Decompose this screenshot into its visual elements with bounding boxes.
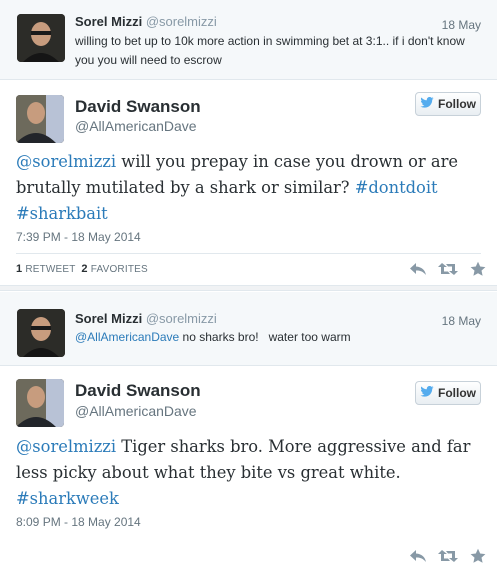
follow-label: Follow	[438, 386, 476, 400]
author-name[interactable]: David Swanson	[75, 97, 201, 117]
follow-button[interactable]: Follow	[415, 381, 481, 405]
tweet-david-1: David Swanson @AllAmericanDave Follow @s…	[0, 81, 497, 285]
tweet-body: Tiger sharks bro. More aggressive and fa…	[116, 437, 471, 456]
tweet-sorel-2: Sorel Mizzi @sorelmizzi 18 May @AllAmeri…	[0, 292, 497, 366]
favorite-icon[interactable]	[468, 261, 488, 277]
tweet-body: brutally mutilated by a shark or similar…	[16, 178, 355, 197]
author-name-text: Sorel Mizzi	[75, 311, 143, 326]
avatar[interactable]	[16, 379, 64, 427]
author-handle: @sorelmizzi	[145, 311, 217, 326]
tweet-text: willing to bet up to 10k more action in …	[75, 32, 465, 70]
tweet-text-line: willing to bet up to 10k more action in …	[75, 34, 465, 48]
tweet-text-line: #sharkbait	[16, 201, 486, 227]
hashtag-link[interactable]: #sharkbait	[16, 204, 108, 223]
tweet-body: no sharks bro! water too warm	[179, 330, 351, 344]
divider	[16, 253, 481, 254]
avatar[interactable]	[17, 309, 65, 357]
hashtag-link[interactable]: #sharkweek	[16, 489, 119, 508]
retweet-label[interactable]: RETWEET	[25, 264, 75, 275]
mention-link[interactable]: @sorelmizzi	[16, 152, 116, 171]
tweet-text: @sorelmizzi will you prepay in case you …	[16, 149, 486, 227]
tweet-text-line: #sharkweek	[16, 486, 486, 512]
tweet-text-line: @sorelmizzi will you prepay in case you …	[16, 149, 486, 175]
tweet-text-line: you you will need to escrow	[75, 53, 222, 67]
retweet-count[interactable]: 1	[16, 263, 22, 275]
twitter-bird-icon	[420, 96, 434, 111]
tweet-text: @sorelmizzi Tiger sharks bro. More aggre…	[16, 434, 486, 512]
favorite-icon[interactable]	[468, 548, 488, 564]
tweet-date[interactable]: 18 May	[442, 18, 481, 32]
tweet-text: @AllAmericanDave no sharks bro! water to…	[75, 328, 351, 347]
retweet-icon[interactable]	[438, 261, 458, 277]
tweet-sorel-1: Sorel Mizzi @sorelmizzi 18 May willing t…	[0, 0, 497, 80]
tweet-separator	[0, 285, 497, 291]
reply-icon[interactable]	[408, 261, 428, 277]
follow-label: Follow	[438, 97, 476, 111]
author-name[interactable]: David Swanson	[75, 381, 201, 401]
tweet-text-line: less picky about what they bite vs great…	[16, 460, 486, 486]
author-handle: @sorelmizzi	[145, 14, 217, 29]
tweet-david-2: David Swanson @AllAmericanDave Follow @s…	[0, 367, 497, 569]
author-name-text: Sorel Mizzi	[75, 14, 143, 29]
twitter-bird-icon	[420, 385, 434, 400]
avatar[interactable]	[16, 95, 64, 143]
tweet-date[interactable]: 18 May	[442, 314, 481, 328]
favorite-count[interactable]: 2	[81, 263, 87, 275]
author-name[interactable]: Sorel Mizzi @sorelmizzi	[75, 14, 217, 29]
follow-button[interactable]: Follow	[415, 92, 481, 116]
tweet-body: less picky about what they bite vs great…	[16, 463, 401, 482]
mention-link[interactable]: @AllAmericanDave	[75, 330, 179, 344]
tweet-actions	[408, 261, 488, 277]
author-handle[interactable]: @AllAmericanDave	[75, 118, 197, 134]
avatar[interactable]	[17, 14, 65, 62]
hashtag-link[interactable]: #dontdoit	[355, 178, 438, 197]
tweet-body: will you prepay in case you drown or are	[116, 152, 459, 171]
author-name[interactable]: Sorel Mizzi @sorelmizzi	[75, 311, 217, 326]
mention-link[interactable]: @sorelmizzi	[16, 437, 116, 456]
tweet-timestamp[interactable]: 7:39 PM - 18 May 2014	[16, 230, 141, 244]
tweet-timestamp[interactable]: 8:09 PM - 18 May 2014	[16, 515, 141, 529]
reply-icon[interactable]	[408, 548, 428, 564]
retweet-icon[interactable]	[438, 548, 458, 564]
tweet-text-line: @sorelmizzi Tiger sharks bro. More aggre…	[16, 434, 486, 460]
author-handle[interactable]: @AllAmericanDave	[75, 403, 197, 419]
tweet-stats: 1 RETWEET 2 FAVORITES	[16, 263, 148, 275]
tweet-actions	[408, 548, 488, 564]
tweet-text-line: brutally mutilated by a shark or similar…	[16, 175, 486, 201]
favorite-label[interactable]: FAVORITES	[91, 264, 148, 275]
